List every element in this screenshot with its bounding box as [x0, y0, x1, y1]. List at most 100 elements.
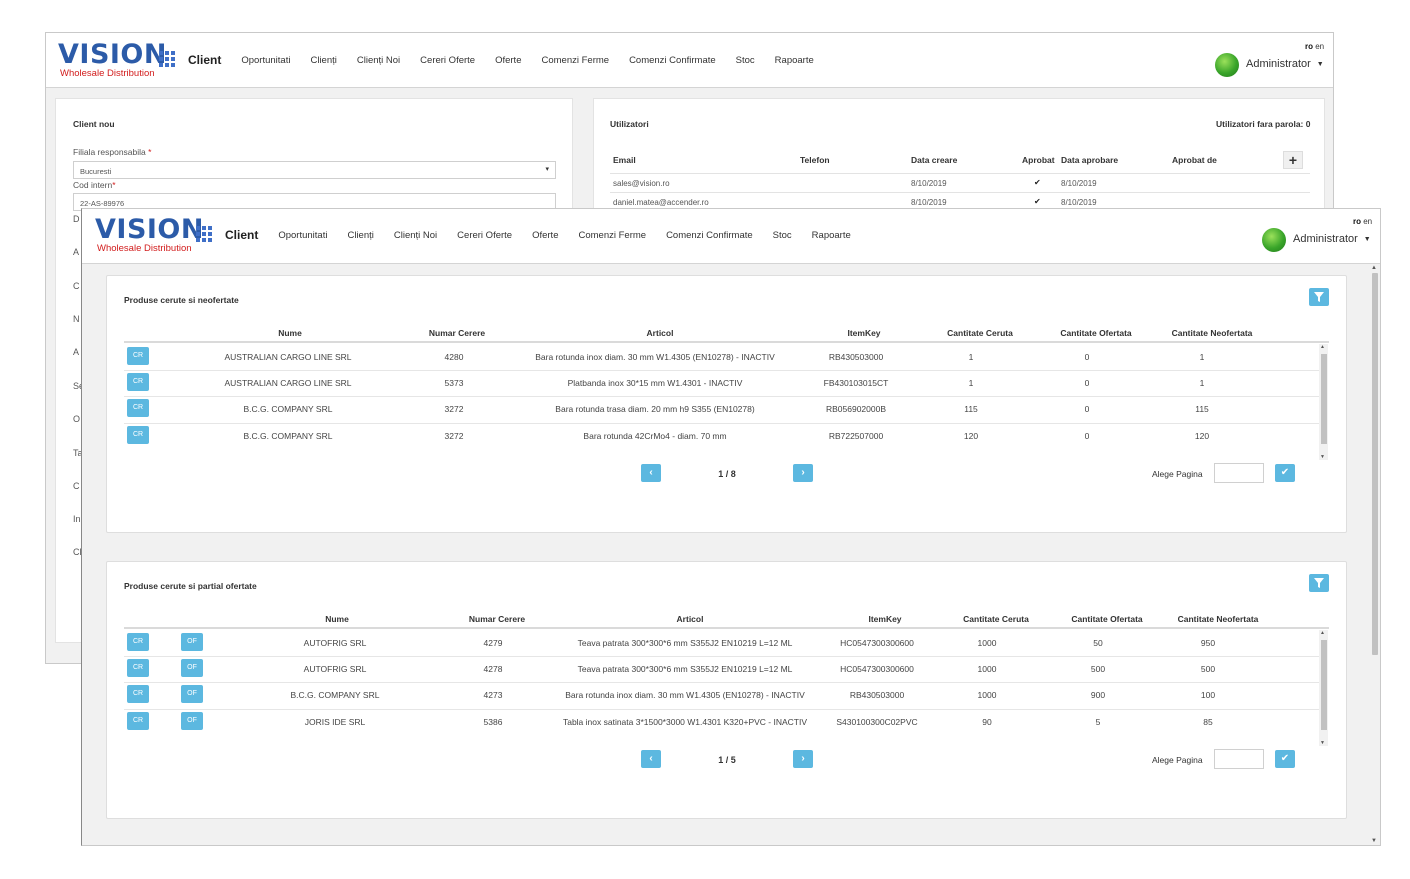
col-numar-cerere[interactable]: Numar Cerere — [469, 614, 525, 624]
cr-button[interactable]: CR — [127, 659, 149, 677]
scroll-thumb[interactable] — [1321, 354, 1327, 444]
scroll-up-icon[interactable]: ▲ — [1371, 265, 1377, 271]
scroll-down-icon[interactable]: ▼ — [1320, 740, 1325, 746]
nav-clienti-noi[interactable]: Clienți Noi — [394, 230, 437, 241]
vision-logo[interactable]: VISION Wholesale Distribution — [58, 41, 166, 80]
cr-button[interactable]: CR — [127, 712, 149, 730]
cell-nume: JORIS IDE SRL — [304, 717, 366, 727]
users-without-password-count: Utilizatori fara parola: 0 — [1216, 119, 1311, 129]
grid-menu-icon[interactable] — [159, 51, 175, 67]
cell-numar: 3272 — [444, 404, 464, 414]
lang-ro[interactable]: ro — [1353, 217, 1361, 226]
nav-clienti-noi[interactable]: Clienți Noi — [357, 55, 400, 66]
next-page-button[interactable]: › — [793, 464, 813, 482]
nav-oferte[interactable]: Oferte — [532, 230, 558, 241]
nav-cereri-oferte[interactable]: Cereri Oferte — [457, 230, 512, 241]
cr-button[interactable]: CR — [127, 399, 149, 417]
filter-button[interactable] — [1309, 574, 1329, 592]
chevron-right-icon: › — [801, 467, 805, 478]
next-page-button[interactable]: › — [793, 750, 813, 768]
check-icon: ✔ — [1280, 467, 1290, 478]
of-button[interactable]: OF — [181, 712, 203, 730]
cr-button[interactable]: CR — [127, 347, 149, 365]
cr-button[interactable]: CR — [127, 373, 149, 391]
grid-menu-icon[interactable] — [196, 226, 212, 242]
nav-clienti[interactable]: Clienți — [310, 55, 336, 66]
filter-icon — [1314, 578, 1324, 588]
col-cantitate-ofertata[interactable]: Cantitate Ofertata — [1060, 328, 1131, 338]
language-switch: ro en — [1353, 217, 1372, 226]
page-scrollbar[interactable]: ▲ ▼ — [1370, 264, 1380, 845]
nav-oportunitati[interactable]: Oportunitati — [278, 230, 327, 241]
col-itemkey[interactable]: ItemKey — [847, 328, 880, 338]
chevron-left-icon: ‹ — [649, 753, 653, 764]
user-email: daniel.matea@accender.ro — [613, 198, 709, 207]
col-cantitate-neofertata[interactable]: Cantitate Neofertata — [1172, 328, 1253, 338]
cell-neofertata: 120 — [1194, 431, 1210, 441]
cr-button[interactable]: CR — [127, 685, 149, 703]
cell-ofertata: 900 — [1090, 690, 1106, 700]
plus-icon: + — [1288, 152, 1298, 168]
prev-page-button[interactable]: ‹ — [641, 750, 661, 768]
card-title: Produse cerute si neofertate — [124, 295, 239, 305]
nav-comenzi-ferme[interactable]: Comenzi Ferme — [541, 55, 609, 66]
col-nume[interactable]: Nume — [278, 328, 302, 338]
goto-page-input[interactable] — [1214, 463, 1264, 483]
field-label-partial: A — [73, 347, 80, 357]
nav-rapoarte[interactable]: Rapoarte — [812, 230, 851, 241]
table-scrollbar[interactable]: ▲ ▼ — [1319, 344, 1328, 460]
cell-ceruta: 1 — [968, 352, 974, 362]
col-cantitate-ofertata[interactable]: Cantitate Ofertata — [1071, 614, 1142, 624]
goto-page-input[interactable] — [1214, 749, 1264, 769]
col-articol[interactable]: Articol — [647, 328, 674, 338]
nav-brand-client[interactable]: Client — [225, 228, 258, 242]
col-data-aprobare: Data aprobare — [1061, 155, 1119, 165]
col-cantitate-neofertata[interactable]: Cantitate Neofertata — [1178, 614, 1259, 624]
nav-stoc[interactable]: Stoc — [773, 230, 792, 241]
row-divider — [124, 423, 1320, 424]
scroll-down-icon[interactable]: ▼ — [1320, 454, 1325, 460]
nav-stoc[interactable]: Stoc — [736, 55, 755, 66]
lang-en[interactable]: en — [1363, 217, 1372, 226]
cr-button[interactable]: CR — [127, 633, 149, 651]
of-button[interactable]: OF — [181, 685, 203, 703]
vision-logo[interactable]: VISION Wholesale Distribution — [95, 216, 203, 255]
lang-ro[interactable]: ro — [1305, 42, 1313, 51]
nav-comenzi-ferme[interactable]: Comenzi Ferme — [578, 230, 646, 241]
avatar — [1215, 53, 1239, 77]
nav-comenzi-confirmate[interactable]: Comenzi Confirmate — [666, 230, 753, 241]
col-itemkey[interactable]: ItemKey — [868, 614, 901, 624]
of-button[interactable]: OF — [181, 633, 203, 651]
user-menu[interactable]: Administrator ▼ — [1246, 58, 1324, 70]
filter-button[interactable] — [1309, 288, 1329, 306]
col-articol[interactable]: Articol — [677, 614, 704, 624]
col-cantitate-ceruta[interactable]: Cantitate Ceruta — [963, 614, 1029, 624]
col-aprobat-de: Aprobat de — [1172, 155, 1217, 165]
cell-ceruta: 1 — [968, 378, 974, 388]
goto-page-button[interactable]: ✔ — [1275, 464, 1295, 482]
lang-en[interactable]: en — [1315, 42, 1324, 51]
scroll-thumb[interactable] — [1321, 640, 1327, 730]
goto-page-button[interactable]: ✔ — [1275, 750, 1295, 768]
scroll-down-icon[interactable]: ▼ — [1371, 838, 1377, 844]
prev-page-button[interactable]: ‹ — [641, 464, 661, 482]
of-button[interactable]: OF — [181, 659, 203, 677]
cr-button[interactable]: CR — [127, 426, 149, 444]
user-menu[interactable]: Administrator ▼ — [1293, 233, 1371, 245]
col-nume[interactable]: Nume — [325, 614, 349, 624]
scroll-up-icon[interactable]: ▲ — [1320, 344, 1325, 350]
nav-clienti[interactable]: Clienți — [347, 230, 373, 241]
nav-comenzi-confirmate[interactable]: Comenzi Confirmate — [629, 55, 716, 66]
nav-oportunitati[interactable]: Oportunitati — [241, 55, 290, 66]
nav-oferte[interactable]: Oferte — [495, 55, 521, 66]
add-user-button[interactable]: + — [1283, 151, 1303, 169]
col-cantitate-ceruta[interactable]: Cantitate Ceruta — [947, 328, 1013, 338]
table-scrollbar[interactable]: ▲ ▼ — [1319, 630, 1328, 746]
nav-rapoarte[interactable]: Rapoarte — [775, 55, 814, 66]
col-numar-cerere[interactable]: Numar Cerere — [429, 328, 485, 338]
scroll-up-icon[interactable]: ▲ — [1320, 630, 1325, 636]
scroll-thumb[interactable] — [1372, 273, 1378, 655]
nav-brand-client[interactable]: Client — [188, 53, 221, 67]
nav-cereri-oferte[interactable]: Cereri Oferte — [420, 55, 475, 66]
filiala-select[interactable]: Bucuresti ▾ — [73, 161, 556, 179]
